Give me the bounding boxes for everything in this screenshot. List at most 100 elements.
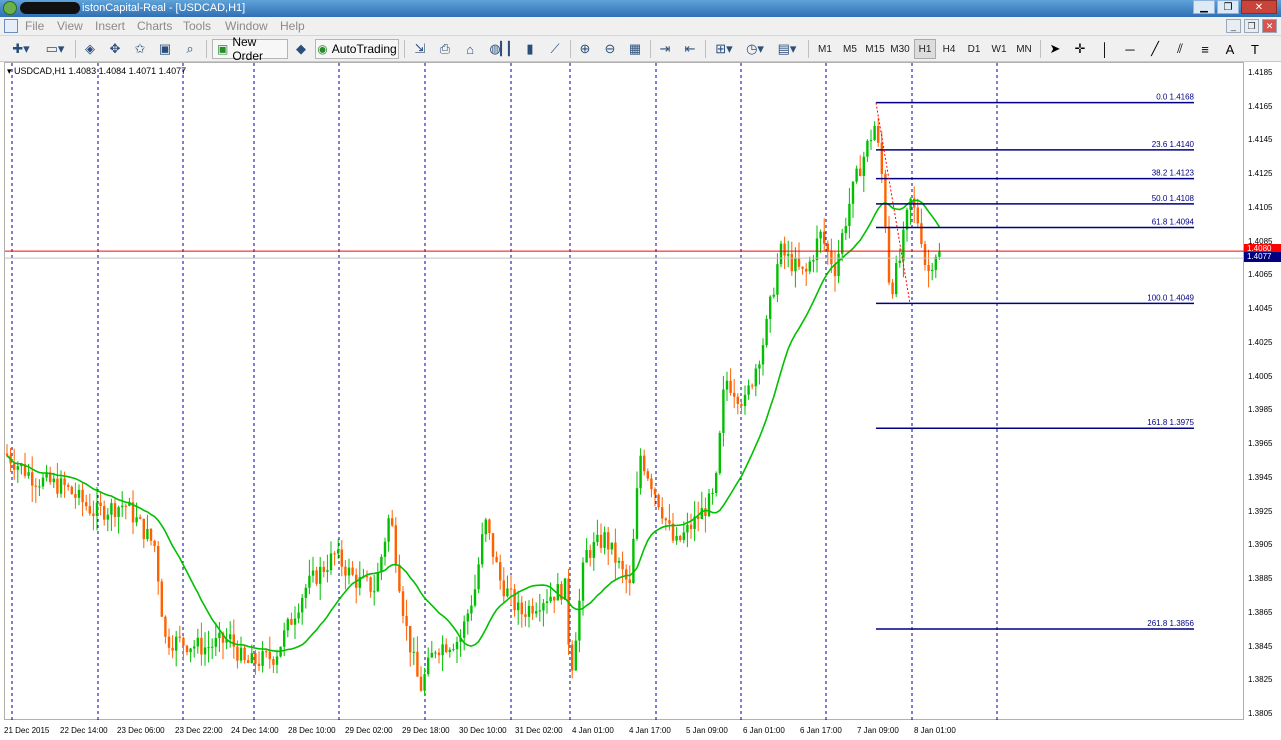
price-tick-label: 1.4165 <box>1248 101 1273 111</box>
price-tick-label: 1.3945 <box>1248 472 1273 482</box>
tf-m30[interactable]: M30 <box>888 39 912 59</box>
candle-body <box>700 508 703 520</box>
channel-icon[interactable]: ⫽ <box>1170 39 1190 59</box>
print-icon[interactable]: ⎙ <box>435 39 455 59</box>
trendline-icon[interactable]: ╱ <box>1145 39 1165 59</box>
tf-m5[interactable]: M5 <box>839 39 861 59</box>
mdi-restore-button[interactable]: ❐ <box>1244 19 1259 33</box>
vertical-line-icon[interactable]: │ <box>1095 39 1115 59</box>
maximize-button[interactable]: ❐ <box>1217 0 1239 14</box>
horizontal-line-icon[interactable]: ─ <box>1120 39 1140 59</box>
candle-body <box>664 518 667 521</box>
market-icon[interactable]: ⌂ <box>460 39 480 59</box>
candle-body <box>585 550 588 563</box>
candle-body <box>203 647 207 655</box>
price-chart[interactable]: 0.0 1.4168 23.6 1.4140 38.2 1.4123 50.0 1.4… <box>4 62 1245 721</box>
tf-w1[interactable]: W1 <box>988 39 1010 59</box>
candle-body <box>38 486 41 488</box>
time-tick-label: 23 Dec 22:00 <box>175 726 223 735</box>
menu-help[interactable]: Help <box>280 19 305 33</box>
menu-charts[interactable]: Charts <box>137 19 172 33</box>
line-chart-icon[interactable]: ⟋ <box>545 39 565 59</box>
fibonacci-icon[interactable]: ≡ <box>1195 39 1215 59</box>
data-window-icon[interactable]: ✥ <box>105 39 125 59</box>
candle-body <box>506 588 509 597</box>
candle-body <box>304 587 307 598</box>
profiles-icon[interactable]: ▭▾ <box>40 39 70 59</box>
indicators-icon[interactable]: ⊞▾ <box>710 39 738 59</box>
candle-body <box>545 601 549 604</box>
tf-d1[interactable]: D1 <box>963 39 985 59</box>
periods-icon[interactable]: ◷▾ <box>741 39 769 59</box>
navigator-icon[interactable]: ✩ <box>130 39 150 59</box>
candle-body <box>481 534 484 565</box>
candle-body <box>95 502 99 516</box>
candle-body <box>351 567 354 575</box>
candle-body <box>632 538 635 584</box>
auto-trading-icon: ◉ <box>317 42 328 56</box>
menu-view[interactable]: View <box>57 19 83 33</box>
new-order-button[interactable]: ▣ New Order <box>212 35 288 63</box>
candle-body <box>470 605 473 614</box>
candle-body <box>229 634 232 640</box>
auto-scroll-icon[interactable]: ⇥ <box>655 39 675 59</box>
candle-body <box>103 505 106 520</box>
menu-window[interactable]: Window <box>225 19 268 33</box>
candle-body <box>409 625 412 653</box>
tf-h4[interactable]: H4 <box>938 39 960 59</box>
candle-body <box>52 478 55 483</box>
candle-body <box>207 647 210 649</box>
minimize-button[interactable]: ▁ <box>1193 0 1215 14</box>
candle-body <box>200 637 203 655</box>
candle-body <box>85 502 88 507</box>
zoom-in-icon[interactable]: ⊕ <box>575 39 595 59</box>
price-tick-label: 1.3925 <box>1248 506 1273 516</box>
text-icon[interactable]: A <box>1220 39 1240 59</box>
price-tick-label: 1.3985 <box>1248 405 1273 415</box>
auto-trading-button[interactable]: ◉ AutoTrading <box>315 39 399 59</box>
candle-body <box>56 478 59 494</box>
candlestick-icon[interactable]: ▮ <box>520 39 540 59</box>
candle-body <box>751 385 754 387</box>
candle-body <box>16 466 19 470</box>
candle-body <box>157 545 160 582</box>
candle-body <box>340 549 343 567</box>
candle-body <box>643 455 646 472</box>
tf-h1[interactable]: H1 <box>914 39 936 59</box>
candle-body <box>877 125 880 143</box>
mdi-minimize-button[interactable]: _ <box>1226 19 1241 33</box>
menu-tools[interactable]: Tools <box>183 19 211 33</box>
templates-icon[interactable]: ▤▾ <box>773 39 801 59</box>
candle-body <box>92 513 95 516</box>
tf-mn[interactable]: MN <box>1012 39 1036 59</box>
terminal-icon[interactable]: ▣ <box>155 39 175 59</box>
chart-shift-icon[interactable]: ⇤ <box>680 39 700 59</box>
close-button[interactable]: ✕ <box>1241 0 1277 14</box>
bar-chart-icon[interactable]: ┃┃ <box>495 39 515 59</box>
price-axis: 1.4185 1.4165 1.4145 1.4125 1.4105 1.4085 1.40… <box>1244 62 1281 720</box>
metaeditor-icon[interactable]: ◆ <box>292 39 310 59</box>
candle-body <box>625 569 628 580</box>
menu-file[interactable]: File <box>25 19 44 33</box>
menu-insert[interactable]: Insert <box>95 19 125 33</box>
tf-m1[interactable]: M1 <box>814 39 836 59</box>
tf-m15[interactable]: M15 <box>863 39 887 59</box>
tile-windows-icon[interactable]: ▦ <box>625 39 645 59</box>
candle-body <box>290 619 293 625</box>
market-watch-icon[interactable]: ◈ <box>80 39 100 59</box>
chart-document-icon[interactable] <box>4 19 18 33</box>
new-chart-icon[interactable]: ✚▾ <box>6 39 36 59</box>
candle-body <box>517 602 520 611</box>
cursor-icon[interactable]: ➤ <box>1045 39 1065 59</box>
crosshair-icon[interactable]: ✛ <box>1070 39 1090 59</box>
candle-body <box>236 646 239 661</box>
candle-body <box>549 596 552 602</box>
signals-icon[interactable]: ⇲ <box>410 39 430 59</box>
candle-body <box>473 589 477 606</box>
zoom-out-icon[interactable]: ⊖ <box>600 39 620 59</box>
mdi-close-button[interactable]: ✕ <box>1262 19 1277 33</box>
strategy-tester-icon[interactable]: ⌕ <box>180 39 200 59</box>
text-label-icon[interactable]: T <box>1245 39 1265 59</box>
candle-body <box>747 385 750 395</box>
candle-body <box>671 523 675 541</box>
